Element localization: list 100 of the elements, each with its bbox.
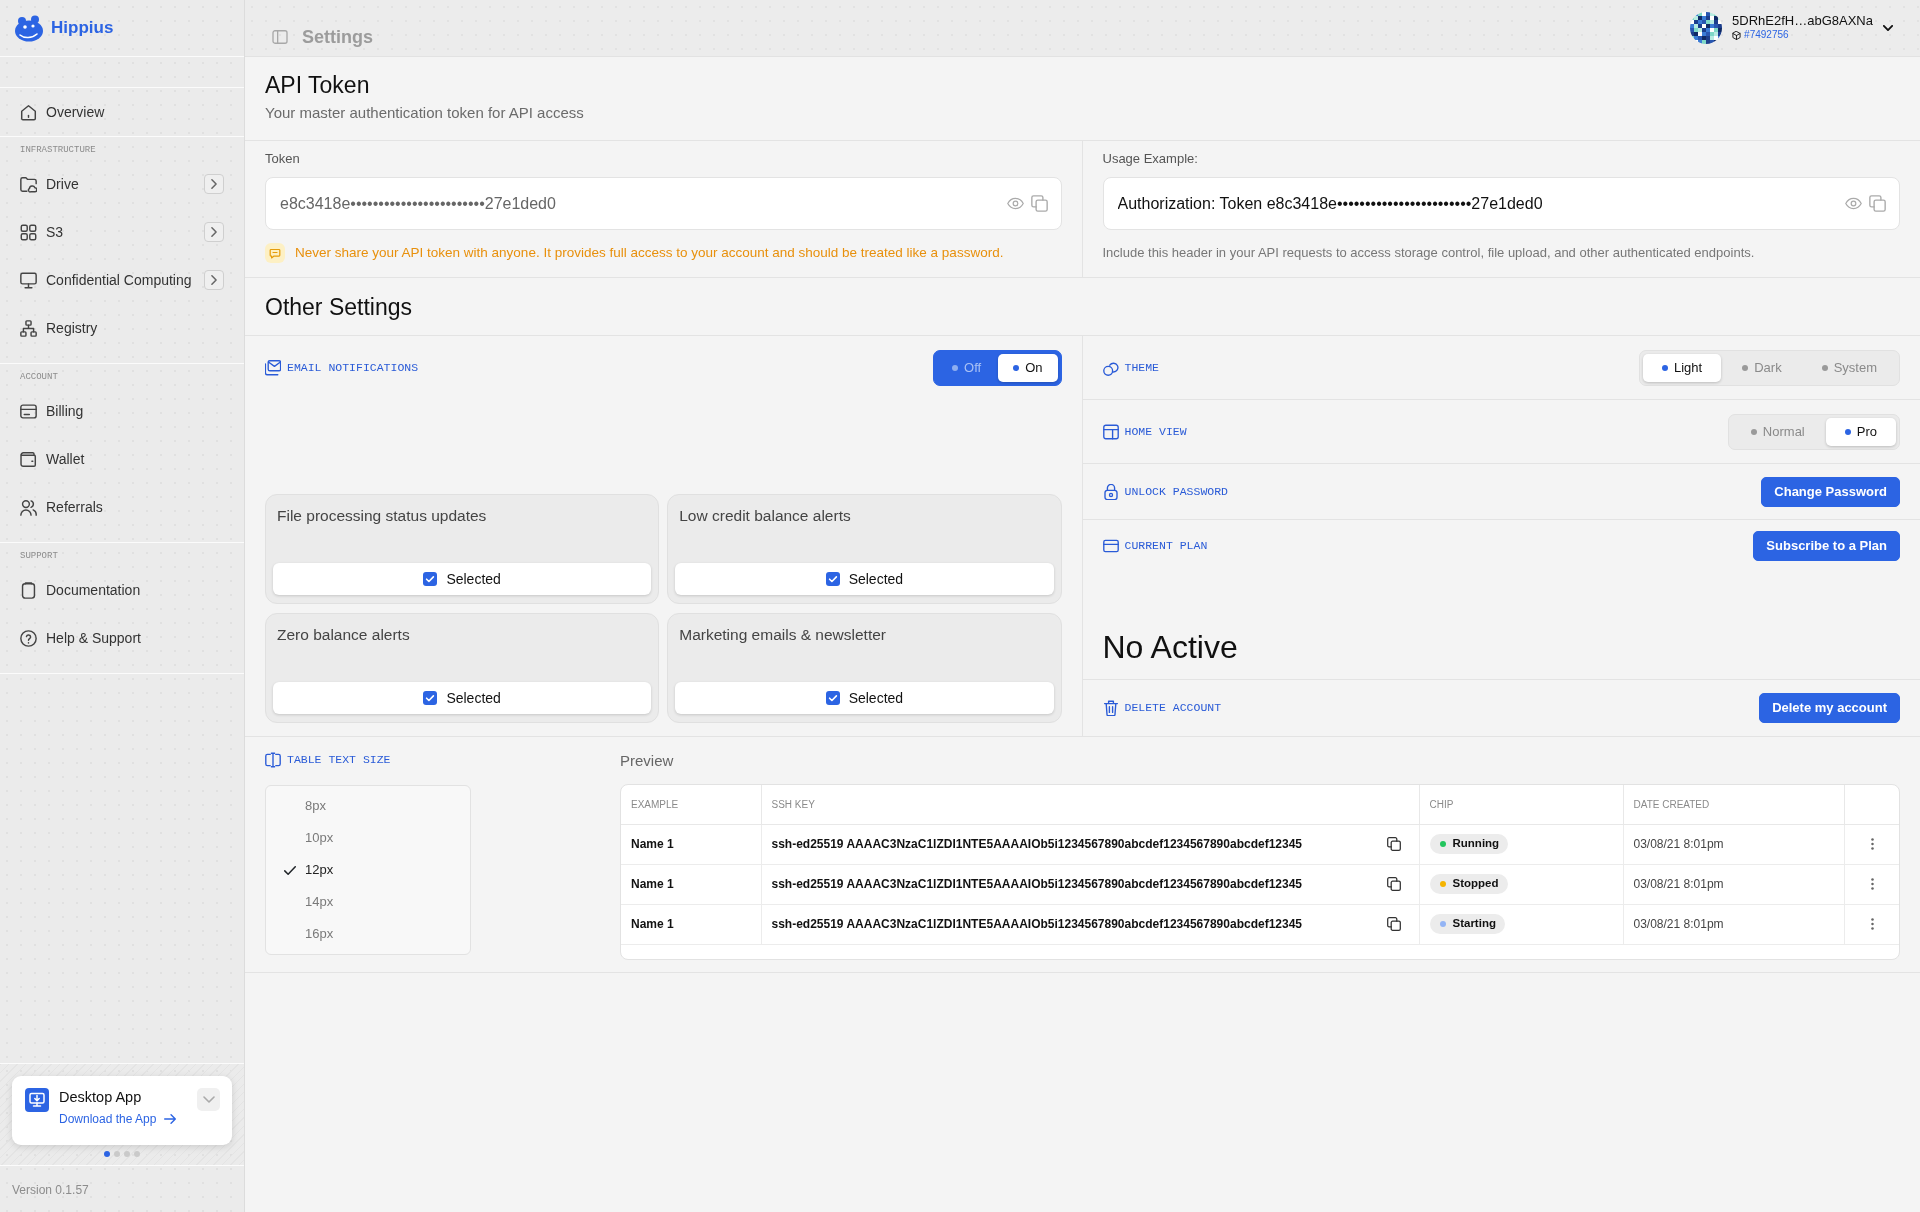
help-icon: [20, 629, 37, 647]
notification-title: File processing status updates: [276, 506, 488, 526]
more-button[interactable]: [1871, 838, 1875, 850]
setting-label: HOME VIEW: [1124, 423, 1187, 440]
dot-icon: [1844, 428, 1851, 435]
logo-icon[interactable]: [14, 14, 44, 42]
copy-button[interactable]: [1386, 837, 1401, 851]
eye-icon: [1006, 197, 1024, 210]
action-button[interactable]: Delete my account: [1759, 693, 1900, 723]
expand-button[interactable]: [204, 222, 224, 242]
checkbox[interactable]: [825, 691, 840, 705]
setting-label: CURRENT PLAN: [1124, 538, 1208, 554]
dot-icon: [952, 364, 959, 371]
more-button[interactable]: [1871, 878, 1875, 890]
expand-button[interactable]: [204, 174, 224, 194]
page-title: Settings: [302, 25, 373, 49]
more-button[interactable]: [1871, 918, 1875, 930]
chevron-down-icon: [202, 1096, 215, 1103]
grid-icon: [20, 223, 37, 241]
sidebar-item[interactable]: Wallet: [0, 435, 244, 483]
brand-name[interactable]: Hippius: [51, 15, 114, 41]
folder-icon: [20, 175, 37, 193]
section-title: API Token: [265, 71, 371, 100]
size-option[interactable]: 10px: [266, 822, 470, 854]
sidebar-item[interactable]: Billing: [0, 387, 244, 435]
layout-icon: [1102, 423, 1119, 440]
copy-button[interactable]: [1386, 917, 1401, 931]
page-dot-icon[interactable]: [114, 1151, 120, 1157]
chevron-down-icon[interactable]: [1883, 25, 1893, 31]
column-header: CHIP: [1419, 785, 1623, 824]
size-option[interactable]: 12px: [266, 854, 470, 886]
wallet-icon: [20, 450, 37, 468]
segment-option[interactable]: Pro: [1825, 417, 1896, 446]
copy-button[interactable]: [1386, 877, 1401, 891]
sidebar-item[interactable]: Referrals: [0, 483, 244, 531]
table-cell-text: ssh-ed25519 AAAAC3NzaC1lZDI1NTE5AAAAIOb5i1234567890abcdef1234567890abcdef12345: [771, 836, 1302, 853]
setting-label: DELETE ACCOUNT: [1124, 700, 1222, 716]
sidebar-item[interactable]: Help & Support: [0, 614, 244, 662]
size-option[interactable]: 8px: [266, 790, 470, 822]
table-cell: 03/08/21 8:01pm: [1623, 824, 1844, 864]
column-header: DATE CREATED: [1623, 785, 1844, 824]
segment-option[interactable]: Light: [1643, 353, 1722, 382]
sidebar-item[interactable]: Overview: [0, 88, 244, 136]
action-button[interactable]: Change Password: [1761, 476, 1900, 507]
lock-icon: [1102, 483, 1119, 500]
checkbox[interactable]: [423, 691, 438, 705]
page-dot-icon[interactable]: [134, 1151, 140, 1157]
arrow-right-icon: [164, 1114, 177, 1124]
usage-note: Include this header in your API requests to access storage control, file upload, and other authenticated endpoints.: [1102, 244, 1756, 262]
size-option[interactable]: 14px: [266, 886, 470, 918]
avatar-icon[interactable]: [1690, 12, 1723, 44]
monitor-icon: [20, 271, 37, 289]
segment-option[interactable]: On: [998, 353, 1058, 382]
sidebar-item[interactable]: Confidential Computing: [0, 256, 244, 304]
setting-label: UNLOCK PASSWORD: [1124, 483, 1229, 500]
expand-button[interactable]: [204, 270, 224, 290]
desktop-download-icon: [25, 1088, 49, 1112]
copy-icon: [1869, 195, 1886, 212]
column-header: SSH KEY: [761, 785, 1419, 824]
checkbox[interactable]: [825, 572, 840, 586]
trash-icon: [1102, 700, 1119, 716]
home-icon: [20, 103, 37, 121]
plan-value: No Active: [1102, 628, 1239, 666]
sidebar-item[interactable]: Registry: [0, 304, 244, 352]
chevron-right-icon: [211, 179, 217, 189]
select-option[interactable]: Selected: [675, 682, 1054, 714]
select-option[interactable]: Selected: [675, 563, 1054, 595]
sidebar-item[interactable]: Drive: [0, 160, 244, 208]
notification-title: Low credit balance alerts: [678, 506, 852, 526]
action-button[interactable]: Subscribe to a Plan: [1753, 531, 1900, 561]
section-label: SUPPORT: [19, 550, 59, 563]
chevron-right-icon: [211, 227, 217, 237]
download-link[interactable]: Download the App: [59, 1110, 177, 1128]
account-name[interactable]: 5DRhE2fH…abG8AXNa: [1732, 14, 1873, 28]
select-option[interactable]: Selected: [273, 682, 652, 714]
size-option[interactable]: 16px: [266, 918, 470, 950]
select-option[interactable]: Selected: [273, 563, 652, 595]
field-label: Token: [265, 151, 301, 167]
dot-icon: [1821, 364, 1828, 371]
setting-label: THEME: [1124, 359, 1159, 376]
sidebar-item[interactable]: Documentation: [0, 566, 244, 614]
checkbox[interactable]: [423, 572, 438, 586]
page-dot-icon[interactable]: [104, 1151, 110, 1157]
kebab-icon: [1871, 918, 1875, 930]
text-size-icon: [265, 752, 281, 768]
check-icon: [284, 865, 296, 875]
users-icon: [20, 498, 37, 516]
chip-label: Starting: [1452, 916, 1496, 932]
sidebar-item[interactable]: S3: [0, 208, 244, 256]
eye-icon: [1845, 197, 1862, 210]
mail-icon: [265, 359, 281, 376]
setting-label: EMAIL NOTIFICATIONS: [287, 359, 419, 376]
table-cell-text: ssh-ed25519 AAAAC3NzaC1lZDI1NTE5AAAAIOb5i1234567890abcdef1234567890abcdef12345: [771, 876, 1302, 893]
page-dot-icon[interactable]: [124, 1151, 130, 1157]
dot-icon: [1662, 364, 1668, 371]
table-cell: Name 1: [621, 904, 761, 944]
notification-title: Marketing emails & newsletter: [678, 625, 887, 645]
setting-label: TABLE TEXT SIZE: [287, 752, 391, 768]
dot-icon: [1013, 364, 1020, 371]
section-label: ACCOUNT: [19, 371, 59, 384]
